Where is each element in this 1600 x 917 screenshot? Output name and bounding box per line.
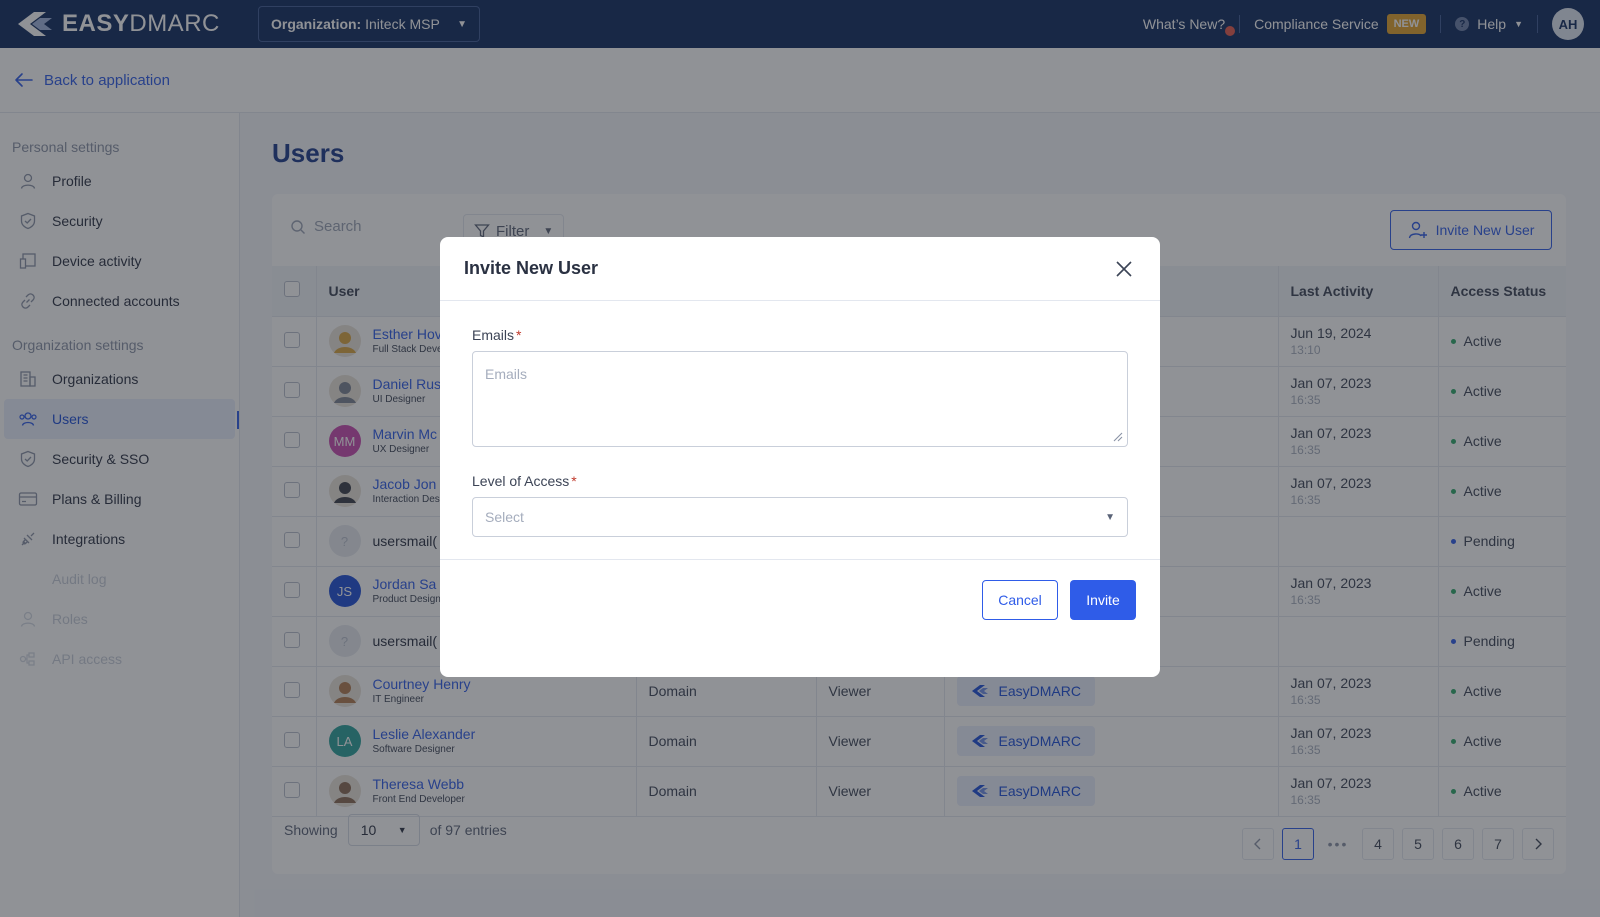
access-level-label: Level of Access *: [472, 473, 577, 489]
caret-down-icon: ▼: [1105, 511, 1115, 523]
emails-field[interactable]: Emails: [472, 351, 1128, 447]
emails-label: Emails *: [472, 327, 522, 343]
modal-body: Emails * Emails Level of Access * Select ▼: [440, 301, 1160, 537]
access-level-placeholder: Select: [485, 509, 524, 525]
access-level-select[interactable]: Select ▼: [472, 497, 1128, 537]
modal-title: Invite New User: [464, 258, 599, 278]
modal-header: Invite New User: [440, 237, 1160, 301]
invite-button[interactable]: Invite: [1070, 579, 1136, 620]
close-icon[interactable]: [1112, 257, 1136, 281]
invite-user-modal: Invite New User Emails * Emails Level of …: [440, 237, 1160, 677]
resize-handle-icon[interactable]: [1111, 430, 1123, 442]
cancel-button[interactable]: Cancel: [982, 579, 1058, 620]
emails-placeholder: Emails: [485, 366, 528, 382]
modal-footer: Cancel Invite: [440, 559, 1160, 639]
